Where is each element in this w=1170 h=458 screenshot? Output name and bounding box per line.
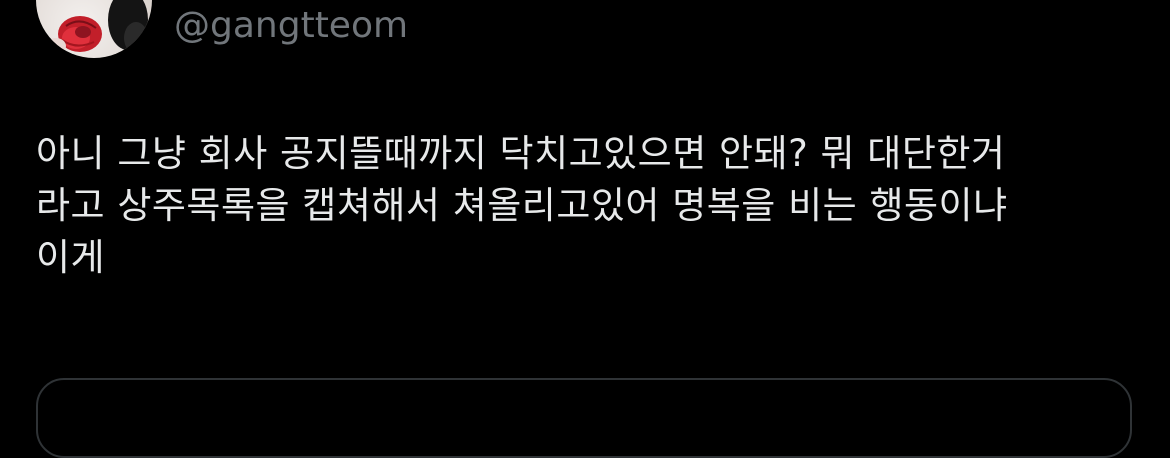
- tweet-text-line: 라고 상주목록을 캡쳐해서 쳐올리고있어 명복을 비는 행동이냐: [36, 184, 1008, 227]
- user-handle[interactable]: @gangtteom: [174, 5, 408, 47]
- tweet: @gangtteom 아니 그냥 회사 공지뜰때까지 닥치고있으면 안돼? 뭐 …: [0, 0, 1170, 458]
- avatar[interactable]: [36, 0, 152, 58]
- tweet-text: 아니 그냥 회사 공지뜰때까지 닥치고있으면 안돼? 뭐 대단한거 라고 상주목…: [36, 128, 1126, 284]
- tweet-text-line: 이게: [36, 236, 106, 279]
- profile-photo-icon: [46, 0, 148, 54]
- quoted-tweet-card[interactable]: [36, 378, 1132, 458]
- tweet-text-line: 아니 그냥 회사 공지뜰때까지 닥치고있으면 안돼? 뭐 대단한거: [36, 132, 1006, 175]
